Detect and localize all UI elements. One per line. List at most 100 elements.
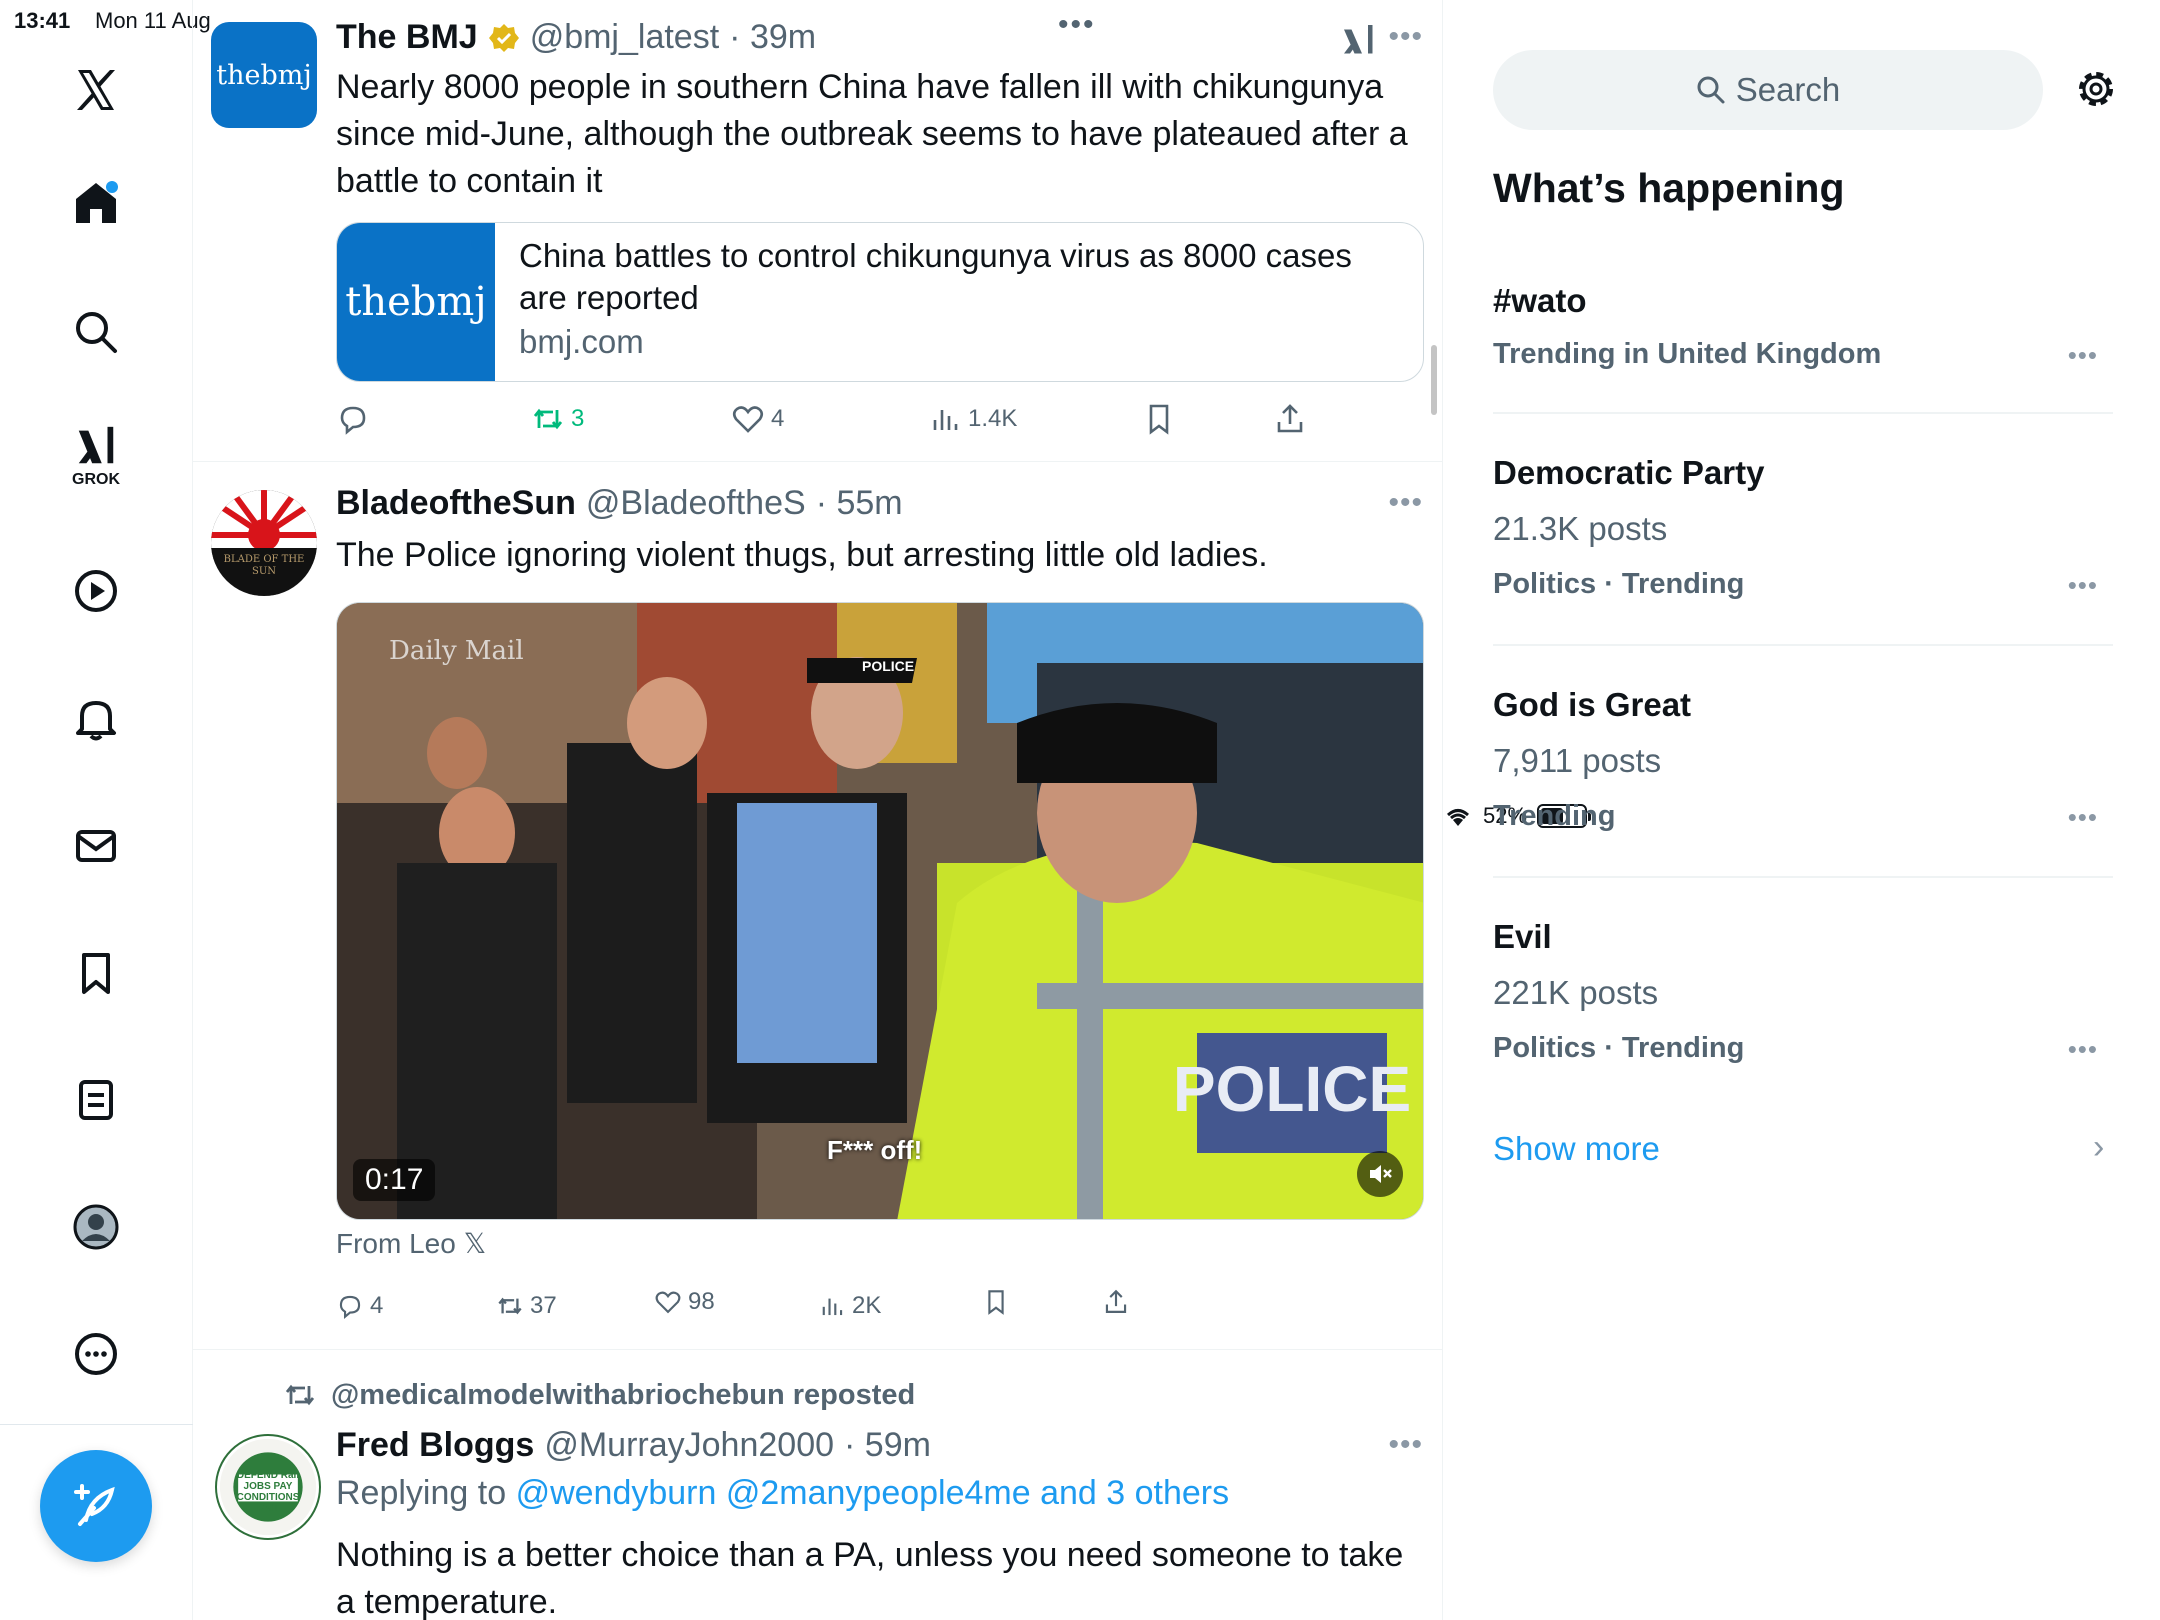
- tweet-bmj[interactable]: thebmj The BMJ @bmj_latest · 39m ••• Nea…: [193, 0, 1442, 462]
- tweet-more-options-icon[interactable]: •••: [1388, 1428, 1423, 1462]
- tweet-actions: 3 4 1.4K: [336, 402, 1336, 442]
- bookmark-icon: [1149, 404, 1169, 435]
- tweet-text: Nearly 8000 people in southern China hav…: [336, 68, 1408, 200]
- video-frame: POLICE Daily Mail POLICE: [337, 603, 1423, 1219]
- svg-text:POLICE: POLICE: [862, 658, 914, 674]
- video-player[interactable]: POLICE Daily Mail POLICE F*** off! 0:17: [336, 602, 1424, 1220]
- tweet-text: Nothing is a better choice than a PA, un…: [336, 1536, 1404, 1620]
- card-domain: bmj.com: [519, 323, 644, 360]
- explore-search-icon[interactable]: [60, 296, 132, 368]
- reposted-indicator[interactable]: @medicalmodelwithabriochebun reposted: [283, 1378, 915, 1412]
- trend-item[interactable]: Evil 221K posts Politics · Trending •••: [1493, 878, 2113, 1094]
- show-more-link[interactable]: Show more: [1493, 1130, 1660, 1168]
- trend-item[interactable]: God is Great 7,911 posts Trending •••: [1493, 646, 2113, 878]
- from-leo-label[interactable]: From Leo 𝕏: [336, 1227, 486, 1260]
- card-title: China battles to control chikungunya vir…: [519, 237, 1352, 316]
- repost-button[interactable]: 37: [496, 1292, 557, 1320]
- reply-button[interactable]: 4: [336, 1292, 383, 1320]
- right-sidebar: Search What’s happening #wato Trending i…: [1443, 0, 2160, 1620]
- replying-to-users-link[interactable]: @wendyburn @2manypeople4me and 3 others: [516, 1474, 1230, 1512]
- like-button[interactable]: 98: [654, 1288, 715, 1316]
- author-handle[interactable]: @bmj_latest: [530, 18, 719, 57]
- search-input[interactable]: Search: [1493, 50, 2043, 130]
- like-button[interactable]: 4: [731, 402, 784, 436]
- views-button[interactable]: 1.4K: [928, 402, 1017, 436]
- author-handle[interactable]: @BladeoftheS: [586, 484, 806, 523]
- notifications-bell-icon[interactable]: [60, 683, 132, 755]
- views-button[interactable]: 2K: [818, 1292, 881, 1320]
- grok-icon[interactable]: [1341, 22, 1377, 58]
- chevron-right-icon: ›: [2093, 1128, 2105, 1166]
- trend-more-options-icon[interactable]: •••: [2068, 802, 2098, 833]
- bookmark-icon[interactable]: [60, 937, 132, 1009]
- views-chart-icon: [822, 1298, 843, 1316]
- card-thumbnail: thebmj: [337, 223, 495, 381]
- avatar[interactable]: BLADE OF THE SUN: [211, 490, 317, 596]
- svg-text:POLICE: POLICE: [1173, 1053, 1411, 1125]
- tweet-text: The Police ignoring violent thugs, but a…: [336, 536, 1268, 574]
- bookmark-button[interactable]: [982, 1288, 1010, 1316]
- grok-label: GROK: [72, 471, 120, 488]
- heart-icon: [732, 406, 764, 433]
- trend-more-options-icon[interactable]: •••: [2068, 1034, 2098, 1065]
- author-name[interactable]: The BMJ: [336, 18, 478, 57]
- verified-badge-icon: [488, 23, 519, 52]
- reply-icon: [339, 1295, 361, 1319]
- section-title: What’s happening: [1493, 165, 1845, 211]
- compose-feather-icon: [74, 1484, 115, 1526]
- tweet-time[interactable]: · 59m: [844, 1426, 931, 1465]
- nav-divider: [0, 1424, 193, 1425]
- repost-icon: [533, 408, 563, 430]
- share-button[interactable]: [1273, 402, 1307, 436]
- bookmark-button[interactable]: [1142, 402, 1176, 436]
- share-icon: [1277, 404, 1303, 433]
- repost-button[interactable]: 3: [531, 402, 584, 436]
- x-logo-icon[interactable]: [60, 54, 132, 126]
- trend-item[interactable]: Democratic Party 21.3K posts Politics · …: [1493, 414, 2113, 646]
- reply-icon: [340, 406, 366, 435]
- author-handle[interactable]: @MurrayJohn2000: [544, 1426, 834, 1465]
- home-icon[interactable]: [60, 167, 132, 239]
- messages-envelope-icon[interactable]: [60, 810, 132, 882]
- video-play-icon[interactable]: [60, 555, 132, 627]
- compose-post-button[interactable]: [40, 1450, 152, 1562]
- trend-more-options-icon[interactable]: •••: [2068, 340, 2098, 371]
- tweet-bladeofthesun[interactable]: BLADE OF THE SUN BladeoftheSun @Bladeoft…: [193, 462, 1442, 1350]
- link-card[interactable]: thebmj China battles to control chikungu…: [336, 222, 1424, 382]
- avatar[interactable]: DEFEND Rail JOBS PAY CONDITIONS RMT: [215, 1434, 321, 1540]
- bookmark-icon: [988, 1290, 1004, 1315]
- tweet-fred-bloggs[interactable]: @medicalmodelwithabriochebun reposted DE…: [193, 1350, 1442, 1620]
- views-chart-icon: [933, 410, 958, 430]
- tweet-more-options-icon[interactable]: •••: [1388, 486, 1423, 520]
- search-placeholder: Search: [1735, 71, 1841, 108]
- share-button[interactable]: [1102, 1288, 1130, 1316]
- reply-button[interactable]: [336, 402, 376, 436]
- lists-icon[interactable]: [60, 1064, 132, 1136]
- trend-more-options-icon[interactable]: •••: [2068, 570, 2098, 601]
- profile-avatar-icon[interactable]: [60, 1191, 132, 1263]
- avatar[interactable]: thebmj: [211, 22, 317, 128]
- video-duration: 0:17: [353, 1159, 436, 1201]
- share-icon: [1105, 1289, 1127, 1313]
- author-name[interactable]: BladeoftheSun: [336, 484, 576, 523]
- tweet-actions: 4 37 98 2K: [336, 1288, 1336, 1332]
- heart-icon: [655, 1291, 681, 1314]
- repost-icon: [285, 1384, 315, 1406]
- grok-icon[interactable]: GROK: [60, 420, 132, 492]
- repost-icon: [498, 1297, 522, 1315]
- tweet-time[interactable]: · 39m: [729, 18, 816, 57]
- search-icon: [1697, 76, 1725, 104]
- gear-icon[interactable]: [2073, 66, 2119, 112]
- mute-button[interactable]: [1357, 1151, 1403, 1197]
- replying-to: Replying to @wendyburn @2manypeople4me a…: [336, 1474, 1230, 1512]
- timeline-feed[interactable]: ••• thebmj The BMJ @bmj_latest · 39m •••…: [193, 0, 1443, 1620]
- author-name[interactable]: Fred Bloggs: [336, 1426, 534, 1465]
- svg-text:Daily Mail: Daily Mail: [389, 636, 524, 666]
- x-logo-icon: 𝕏: [463, 1228, 487, 1259]
- more-options-icon[interactable]: [60, 1318, 132, 1390]
- trend-item[interactable]: #wato Trending in United Kingdom •••: [1493, 270, 2113, 414]
- home-notification-dot: [106, 181, 118, 193]
- left-nav: GROK: [0, 0, 193, 1620]
- tweet-time[interactable]: · 55m: [816, 484, 903, 523]
- tweet-more-options-icon[interactable]: •••: [1388, 20, 1423, 54]
